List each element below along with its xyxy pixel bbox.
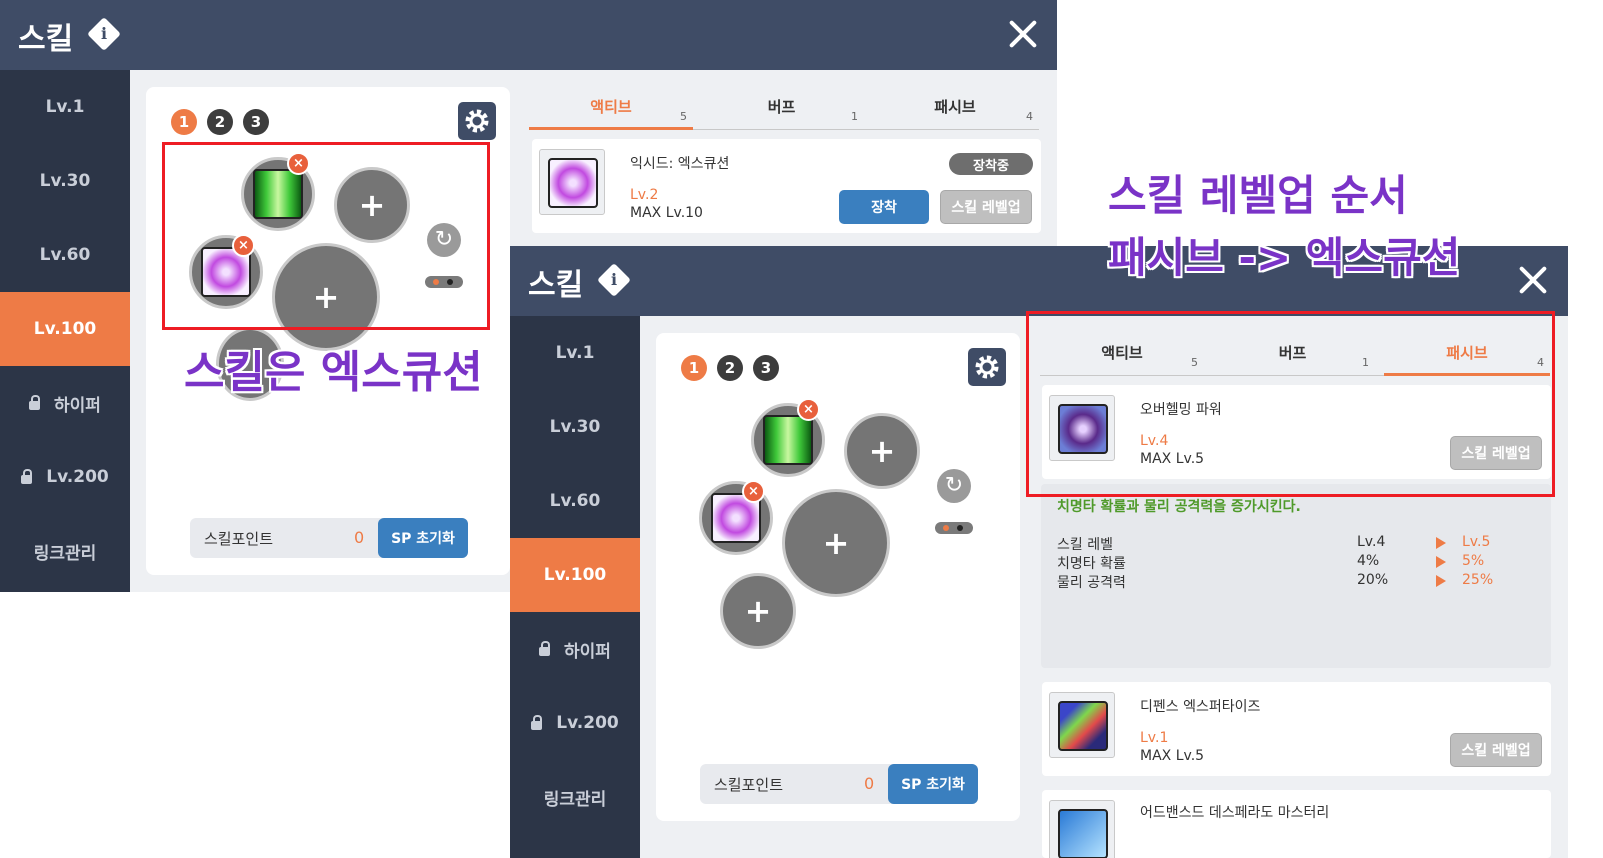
sidebar-item-lv30[interactable]: Lv.30 (0, 144, 130, 218)
sidebar-item-lv200[interactable]: Lv.200 (510, 686, 640, 760)
remove-icon[interactable]: × (742, 480, 765, 503)
sp-reset-button[interactable]: SP 초기화 (378, 518, 468, 558)
sidebar-item-hyper[interactable]: 하이퍼 (510, 612, 640, 686)
stat-label: 물리 공격력 (1057, 575, 1126, 591)
preset-3[interactable]: 3 (753, 355, 779, 381)
skill-level: Lv.1 (1140, 730, 1169, 746)
arrow-icon (1436, 537, 1446, 549)
sidebar-item-lv1[interactable]: Lv.1 (0, 70, 130, 144)
skill-slot-panel: 1 2 3 × + × + + ↻ 스킬포인트 0 SP 초기화 (656, 333, 1020, 821)
skill-slot[interactable]: + (782, 489, 890, 597)
window-title: 스킬 (18, 22, 74, 57)
sp-reset-button[interactable]: SP 초기화 (888, 764, 978, 804)
stat-next: 25% (1462, 572, 1494, 588)
plus-icon: + (744, 592, 772, 630)
stat-label: 스킬 레벨 (1057, 537, 1113, 553)
skill-point-value: 0 (864, 774, 875, 793)
skill-max-level: MAX Lv.5 (1140, 748, 1205, 764)
skill-card[interactable]: 어드밴스드 데스페라도 마스터리 (1042, 790, 1551, 858)
sidebar-item-lv100[interactable]: Lv.100 (510, 538, 640, 612)
skill-levelup-button[interactable]: 스킬 레벨업 (1450, 733, 1542, 767)
sidebar-item-lv60[interactable]: Lv.60 (0, 218, 130, 292)
sidebar-item-link[interactable]: 링크관리 (0, 514, 130, 588)
skill-icon-frame (1049, 692, 1115, 758)
tab-active[interactable]: 액티브 5 (529, 86, 693, 130)
sidebar-item-link[interactable]: 링크관리 (510, 760, 640, 834)
sidebar-item-hyper[interactable]: 하이퍼 (0, 366, 130, 440)
close-icon[interactable] (1005, 16, 1041, 52)
stat-current: 4% (1357, 553, 1380, 569)
equip-button[interactable]: 장착 (839, 190, 929, 224)
stat-current: Lv.4 (1357, 534, 1386, 550)
lock-icon (29, 394, 41, 410)
skill-levelup-button[interactable]: 스킬 레벨업 (940, 190, 1032, 224)
lock-icon (539, 640, 551, 656)
skill-icon (548, 158, 598, 208)
lock-icon (531, 714, 543, 730)
tab-divider (693, 129, 1039, 130)
sidebar: Lv.1 Lv.30 Lv.60 Lv.100 하이퍼 Lv.200 링크관리 (0, 70, 130, 592)
slot-page-toggle[interactable] (935, 522, 973, 534)
remove-icon[interactable]: × (797, 398, 820, 421)
stat-current: 20% (1357, 572, 1389, 588)
skill-name: 디펜스 엑스퍼타이즈 (1140, 699, 1261, 715)
lock-icon (21, 468, 33, 484)
skill-point-value: 0 (354, 528, 365, 547)
annotation-left: 스킬은 엑스큐션 (184, 347, 483, 398)
gear-icon[interactable] (458, 102, 496, 140)
highlight-box-slots (162, 142, 490, 330)
skill-slot[interactable]: + (844, 413, 920, 489)
plus-icon: + (822, 524, 850, 562)
skill-description: 치명타 확률과 물리 공격력을 증가시킨다. (1057, 499, 1301, 515)
close-icon[interactable] (1515, 262, 1551, 298)
skill-card[interactable]: 익시드: 엑스큐션 장착중 Lv.2 MAX Lv.10 장착 스킬 레벨업 (532, 139, 1041, 233)
skill-name: 익시드: 엑스큐션 (630, 156, 730, 172)
info-icon[interactable]: i (87, 17, 121, 51)
skill-tabs: 액티브 5 버프 1 패시브 4 (529, 86, 1039, 130)
preset-1[interactable]: 1 (171, 109, 197, 135)
preset-3[interactable]: 3 (243, 109, 269, 135)
info-icon[interactable]: i (597, 263, 631, 297)
skill-level: Lv.2 (630, 187, 659, 203)
sidebar: Lv.1 Lv.30 Lv.60 Lv.100 하이퍼 Lv.200 링크관리 (510, 316, 640, 858)
skill-max-level: MAX Lv.10 (630, 205, 703, 221)
highlight-box-passive (1026, 311, 1555, 497)
sidebar-item-lv30[interactable]: Lv.30 (510, 390, 640, 464)
arrow-icon (1436, 556, 1446, 568)
plus-icon: + (868, 432, 896, 470)
sidebar-item-lv200[interactable]: Lv.200 (0, 440, 130, 514)
window-header: 스킬 i (0, 0, 1057, 70)
skill-icon-frame (539, 149, 605, 215)
equipped-badge: 장착중 (949, 153, 1033, 175)
skill-icon (1058, 809, 1108, 858)
skill-icon (763, 415, 813, 465)
gear-icon[interactable] (968, 348, 1006, 386)
annotation-right-line1: 스킬 레벨업 순서 (1108, 171, 1408, 220)
arrow-icon (1436, 575, 1446, 587)
skill-point-label: 스킬포인트 (204, 530, 274, 548)
stat-label: 치명타 확률 (1057, 556, 1126, 572)
skill-card[interactable]: 디펜스 엑스퍼타이즈 Lv.1 MAX Lv.5 스킬 레벨업 (1042, 682, 1551, 776)
skill-point-bar: 스킬포인트 0 SP 초기화 (700, 764, 978, 804)
window-title: 스킬 (528, 268, 584, 303)
sidebar-item-lv1[interactable]: Lv.1 (510, 316, 640, 390)
skill-detail: 치명타 확률과 물리 공격력을 증가시킨다. 스킬 레벨 Lv.4 Lv.5 치… (1041, 484, 1551, 668)
skill-icon (1058, 701, 1108, 751)
stat-next: 5% (1462, 553, 1485, 569)
tab-buff[interactable]: 버프 1 (699, 86, 864, 140)
annotation-right-line2: 패시브 -> 엑스큐션 (1108, 233, 1461, 282)
sidebar-item-lv60[interactable]: Lv.60 (510, 464, 640, 538)
skill-point-bar: 스킬포인트 0 SP 초기화 (190, 518, 468, 558)
skill-name: 어드밴스드 데스페라도 마스터리 (1140, 805, 1330, 821)
skill-point-label: 스킬포인트 (714, 776, 784, 794)
sidebar-item-lv100[interactable]: Lv.100 (0, 292, 130, 366)
skill-icon-frame (1049, 800, 1115, 858)
preset-2[interactable]: 2 (717, 355, 743, 381)
refresh-icon[interactable]: ↻ (937, 469, 971, 503)
tab-passive[interactable]: 패시브 4 (871, 86, 1039, 140)
preset-2[interactable]: 2 (207, 109, 233, 135)
preset-1[interactable]: 1 (681, 355, 707, 381)
stat-next: Lv.5 (1462, 534, 1491, 550)
skill-slot[interactable]: + (720, 573, 796, 649)
